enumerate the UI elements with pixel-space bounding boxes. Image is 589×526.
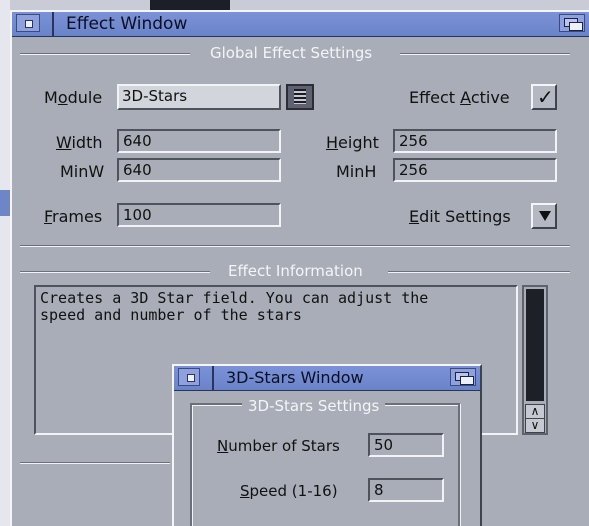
- section-rule-left: [20, 271, 210, 273]
- background-window-highlight: [0, 190, 10, 216]
- effect-active-label-rest: ctive: [470, 88, 510, 107]
- minh-label: MinH: [336, 162, 377, 181]
- num-stars-label: Number of Stars: [217, 437, 340, 455]
- triangle-down-icon: [539, 211, 551, 221]
- height-label-rest: eight: [338, 133, 379, 152]
- close-gadget-icon[interactable]: [178, 368, 200, 386]
- width-label-accel: W: [56, 133, 72, 152]
- section-rule-right: [388, 271, 570, 273]
- module-label: Module: [44, 88, 102, 107]
- width-value: 640: [123, 132, 152, 150]
- width-label: Width: [56, 133, 102, 152]
- module-label-rest: dule: [67, 88, 103, 107]
- height-input[interactable]: 256: [393, 129, 557, 153]
- module-label-text: M: [44, 88, 58, 107]
- info-scrollbar[interactable]: ∧ ∨: [522, 285, 548, 435]
- frames-label-accel: F: [44, 207, 53, 226]
- popup-list-bars: [294, 89, 306, 104]
- separator-line: [20, 245, 570, 247]
- frames-label: Frames: [44, 207, 102, 226]
- speed-label: Speed (1-16): [240, 482, 338, 500]
- num-stars-label-accel: N: [217, 437, 229, 455]
- num-stars-label-rest: umber of Stars: [228, 437, 340, 455]
- minw-display: 640: [117, 158, 281, 182]
- frames-value: 100: [123, 206, 152, 224]
- num-stars-input[interactable]: 50: [368, 433, 444, 457]
- stars-settings-group: [190, 403, 460, 526]
- checkmark-icon: ✓: [537, 85, 554, 109]
- window-title: Effect Window: [66, 14, 188, 34]
- width-label-rest: idth: [71, 133, 103, 152]
- speed-input[interactable]: 8: [368, 478, 444, 502]
- background-panel: [0, 0, 10, 526]
- speed-value: 8: [374, 481, 384, 499]
- minw-label: MinW: [60, 162, 105, 181]
- global-settings-header: Global Effect Settings: [20, 44, 570, 64]
- frames-label-rest: rames: [52, 207, 103, 226]
- module-label-accel: o: [57, 88, 68, 107]
- effect-active-label-text: Effect: [409, 88, 461, 107]
- depth-gadget-icon[interactable]: [450, 368, 476, 386]
- stars-window-titlebar[interactable]: 3D-Stars Window: [174, 366, 480, 391]
- height-label: Height: [326, 133, 379, 152]
- edit-settings-label: Edit Settings: [409, 207, 511, 226]
- edit-settings-button[interactable]: [531, 203, 557, 229]
- frames-input[interactable]: 100: [117, 203, 281, 227]
- separator-line-bottom: [20, 462, 170, 464]
- stars-settings-title: 3D-Stars Settings: [242, 397, 386, 415]
- titlebar-separator: [212, 366, 214, 390]
- edit-settings-label-rest: dit Settings: [419, 207, 511, 226]
- effect-window-titlebar[interactable]: Effect Window: [12, 12, 589, 37]
- scroll-up-arrow-icon[interactable]: ∧: [525, 404, 545, 419]
- section-title: Global Effect Settings: [210, 44, 373, 62]
- effect-information-header: Effect Information: [20, 262, 570, 282]
- section-rule-left: [20, 53, 190, 55]
- num-stars-value: 50: [374, 436, 394, 454]
- depth-gadget-icon[interactable]: [559, 14, 585, 32]
- close-gadget-icon[interactable]: [16, 14, 40, 32]
- section-rule-right: [400, 53, 570, 55]
- background-window-edge: [150, 0, 230, 10]
- titlebar-separator: [52, 12, 54, 36]
- module-value: 3D-Stars: [122, 87, 188, 105]
- stars-window-title: 3D-Stars Window: [226, 368, 364, 387]
- section-title: Effect Information: [228, 262, 363, 280]
- edit-settings-label-accel: E: [409, 207, 420, 226]
- minw-value: 640: [123, 161, 152, 179]
- effect-active-checkbox[interactable]: ✓: [531, 84, 557, 110]
- scroll-down-arrow-icon[interactable]: ∨: [525, 418, 545, 433]
- popup-list-icon[interactable]: [286, 84, 314, 110]
- minh-value: 256: [399, 161, 428, 179]
- height-label-accel: H: [326, 133, 339, 152]
- width-input[interactable]: 640: [117, 129, 281, 153]
- module-field[interactable]: 3D-Stars: [117, 84, 281, 110]
- speed-label-accel: S: [240, 482, 250, 500]
- effect-active-label: Effect Active: [409, 88, 510, 107]
- speed-label-rest: peed (1-16): [249, 482, 338, 500]
- effect-active-label-accel: A: [460, 88, 471, 107]
- height-value: 256: [399, 132, 428, 150]
- minh-display: 256: [393, 158, 557, 182]
- scrollbar-knob[interactable]: [526, 289, 544, 401]
